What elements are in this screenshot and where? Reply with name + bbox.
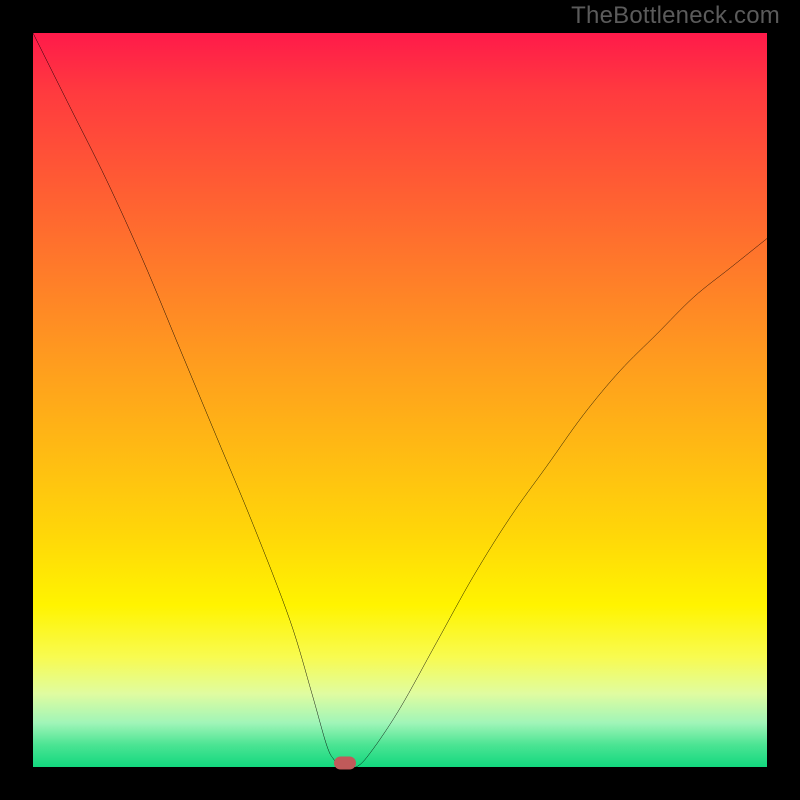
bottleneck-curve-path	[33, 33, 767, 767]
curve-svg	[33, 33, 767, 767]
optimum-marker	[334, 757, 356, 770]
watermark-text: TheBottleneck.com	[571, 2, 780, 30]
chart-frame: TheBottleneck.com	[0, 0, 800, 800]
plot-area	[33, 33, 767, 767]
